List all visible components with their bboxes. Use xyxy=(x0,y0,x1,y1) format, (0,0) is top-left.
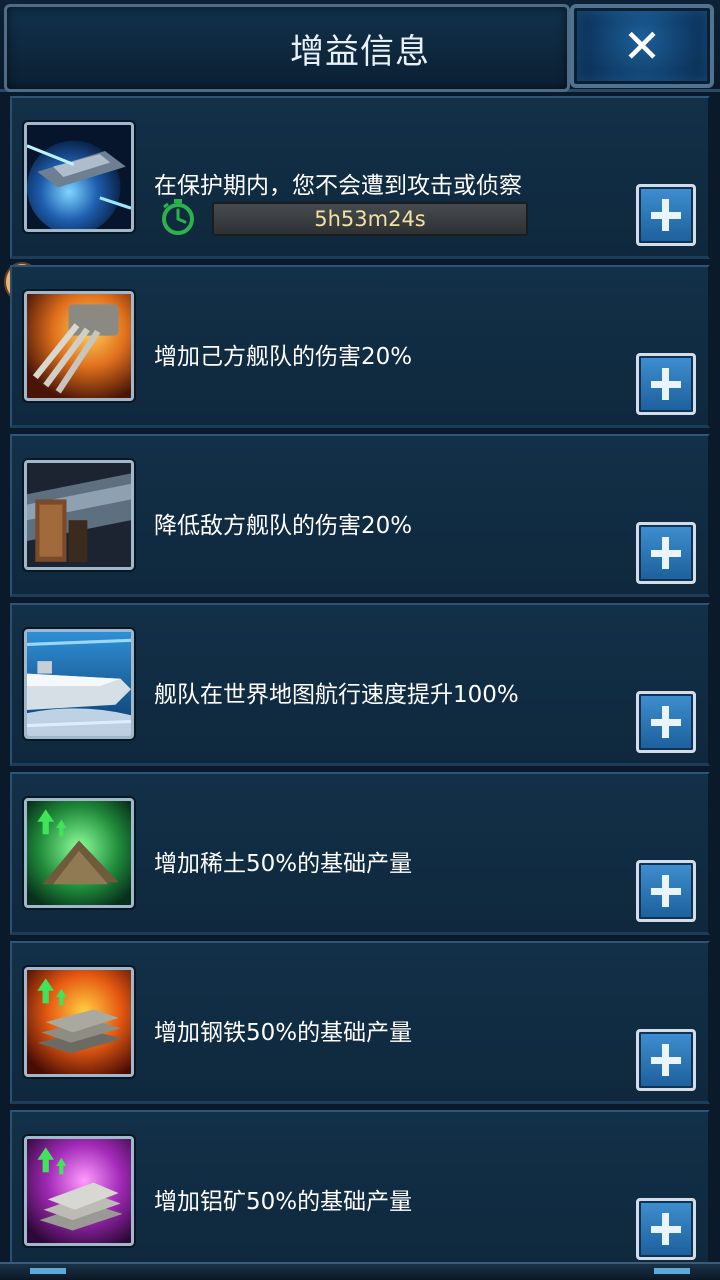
rare-earth-icon xyxy=(24,798,134,908)
buff-description: 增加铝矿50%的基础产量 xyxy=(154,1189,413,1215)
add-buff-button[interactable] xyxy=(636,1029,696,1091)
buff-description: 在保护期内，您不会遭到攻击或侦察 xyxy=(154,173,522,199)
shield-fleet-icon xyxy=(24,122,134,232)
close-button[interactable]: ✕ xyxy=(570,4,714,88)
turret-cannon-icon xyxy=(24,291,134,401)
buff-item-damage-up: 增加己方舰队的伤害20% xyxy=(10,265,710,428)
buff-item-damage-reduction: 降低敌方舰队的伤害20% xyxy=(10,434,710,597)
buff-item-rare-earth: 增加稀土50%的基础产量 xyxy=(10,772,710,935)
add-buff-button[interactable] xyxy=(636,691,696,753)
buff-item-aluminum: 增加铝矿50%的基础产量 xyxy=(10,1110,710,1262)
add-buff-button[interactable] xyxy=(636,522,696,584)
aluminum-ore-icon xyxy=(24,1136,134,1246)
add-buff-button[interactable] xyxy=(636,860,696,922)
armor-plate-icon xyxy=(24,460,134,570)
buff-description: 舰队在世界地图航行速度提升100% xyxy=(154,682,519,708)
add-buff-button[interactable] xyxy=(636,1198,696,1260)
steel-ingot-icon xyxy=(24,967,134,1077)
header-bar: 增益信息 ✕ xyxy=(0,0,720,92)
add-buff-button[interactable] xyxy=(636,184,696,246)
fast-ship-icon xyxy=(24,629,134,739)
buff-description: 增加钢铁50%的基础产量 xyxy=(154,1020,413,1046)
close-icon: ✕ xyxy=(622,19,662,73)
buff-description: 增加稀土50%的基础产量 xyxy=(154,851,413,877)
timer-row: 5h53m24s xyxy=(160,198,540,236)
buff-item-steel: 增加钢铁50%的基础产量 xyxy=(10,941,710,1104)
protection-timer: 5h53m24s xyxy=(212,202,528,236)
buff-description: 增加己方舰队的伤害20% xyxy=(154,344,413,370)
buff-list[interactable]: 在保护期内，您不会遭到攻击或侦察 5h53m24s 增加己方舰队的伤害20% 降… xyxy=(0,92,720,1262)
bottom-frame xyxy=(0,1262,720,1280)
buff-item-speed-up: 舰队在世界地图航行速度提升100% xyxy=(10,603,710,766)
add-buff-button[interactable] xyxy=(636,353,696,415)
stopwatch-icon xyxy=(162,199,194,235)
buff-description: 降低敌方舰队的伤害20% xyxy=(154,513,413,539)
buff-item-protection: 在保护期内，您不会遭到攻击或侦察 5h53m24s xyxy=(10,96,710,259)
